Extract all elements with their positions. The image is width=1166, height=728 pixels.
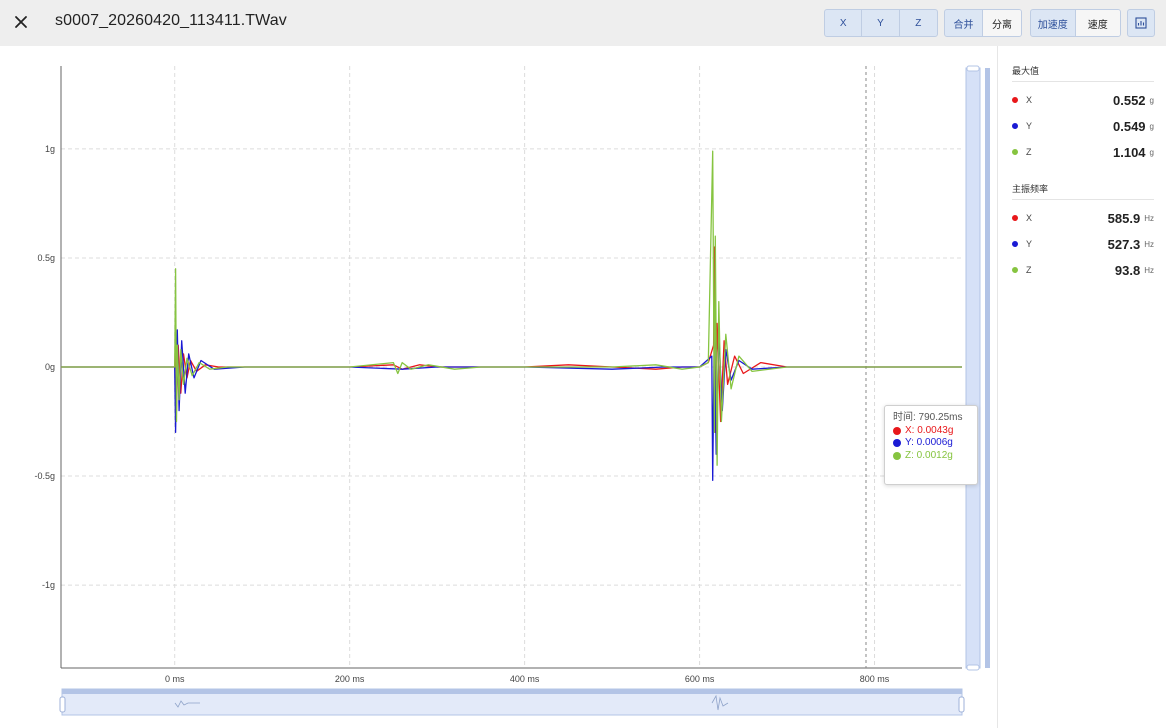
waveform-chart[interactable]: 1g 0.5g 0g -0.5g -1g 0 ms 200 ms 400 ms 600 ms 80… — [0, 46, 997, 728]
max-z-value: 1.104 — [1113, 144, 1146, 160]
max-z-label: Z — [1026, 147, 1032, 157]
axis-toggle-group: X Y Z — [824, 9, 938, 37]
separate-button[interactable]: 分离 — [983, 10, 1021, 36]
x-tick-label: 600 ms — [685, 674, 715, 684]
y-dot — [1012, 123, 1018, 129]
chart-export-icon[interactable] — [1128, 10, 1154, 36]
velocity-button[interactable]: 速度 — [1075, 10, 1120, 36]
y-tick-label: -1g — [42, 580, 55, 590]
freq-x-unit: Hz — [1144, 213, 1154, 223]
max-y-label: Y — [1026, 121, 1033, 131]
max-z-unit: g — [1149, 147, 1154, 157]
freq-y-row: Y 527.3 Hz — [1012, 236, 1154, 252]
max-z-row: Z 1.104 g — [1012, 144, 1154, 160]
max-x-unit: g — [1149, 95, 1154, 105]
x-tick-label: 0 ms — [165, 674, 185, 684]
y-tick-label: -0.5g — [34, 471, 55, 481]
sidebar-divider — [997, 46, 998, 728]
tooltip-y-row: Y: 0.0006g — [893, 437, 969, 450]
close-icon[interactable] — [10, 11, 32, 33]
series-z-line — [61, 150, 962, 466]
vertical-zoom-handle-top — [966, 65, 980, 72]
horizontal-zoom-handle-right — [958, 696, 965, 713]
max-y-row: Y 0.549 g — [1012, 118, 1154, 134]
file-title: s0007_20260420_113411.TWav — [55, 12, 287, 29]
tooltip-z-row: Z: 0.0012g — [893, 450, 969, 463]
axis-x-button[interactable]: X — [825, 10, 863, 36]
dominant-freq-divider — [1012, 199, 1154, 200]
stats-sidebar: 最大值 X 0.552 g Y 0.549 g Z 1.104 g 主振频率 X… — [1000, 46, 1166, 728]
z-dot — [1012, 267, 1018, 273]
tooltip-x-value: X: 0.0043g — [905, 424, 954, 436]
freq-y-value: 527.3 — [1107, 236, 1141, 252]
x-tick-label: 800 ms — [860, 674, 890, 684]
max-x-row: X 0.552 g — [1012, 92, 1154, 108]
dominant-freq-title: 主振频率 — [1012, 184, 1049, 194]
top-bar: s0007_20260420_113411.TWav X Y Z 合并 分离 加… — [0, 0, 1166, 46]
vertical-zoom-handle-bottom — [966, 664, 980, 671]
y-tick-label: 1g — [45, 144, 55, 154]
tooltip-x-row: X: 0.0043g — [893, 425, 969, 438]
freq-y-label: Y — [1026, 239, 1033, 249]
vertical-zoom-bar — [985, 68, 990, 668]
series-x-line — [61, 246, 962, 434]
y-tick-label: 0g — [45, 362, 55, 372]
chart-tooltip: 时间: 790.25ms X: 0.0043g Y: 0.0006g Z: 0.… — [884, 405, 978, 485]
merge-button[interactable]: 合并 — [945, 10, 984, 36]
max-x-value: 0.552 — [1113, 92, 1146, 108]
z-series-dot — [893, 451, 901, 460]
max-y-unit: g — [1149, 121, 1154, 131]
tooltip-y-value: Y: 0.0006g — [905, 437, 953, 448]
chart-svg[interactable]: 1g 0.5g 0g -0.5g -1g 0 ms 200 ms 400 ms 600 ms 80… — [0, 46, 997, 728]
freq-z-label: Z — [1026, 265, 1032, 275]
max-value-title: 最大值 — [1012, 66, 1040, 76]
max-value-divider — [1012, 81, 1154, 82]
display-mode-group: 合并 分离 — [944, 9, 1022, 37]
freq-x-value: 585.9 — [1107, 210, 1141, 226]
axis-z-button[interactable]: Z — [900, 10, 937, 36]
z-dot — [1012, 149, 1018, 155]
horizontal-zoom-bar — [62, 689, 962, 694]
y-series-dot — [893, 439, 901, 448]
max-x-label: X — [1026, 95, 1033, 105]
vertical-zoom-track — [965, 67, 981, 669]
freq-y-unit: Hz — [1144, 239, 1154, 249]
x-tick-label: 200 ms — [335, 674, 365, 684]
x-dot — [1012, 97, 1018, 103]
freq-z-row: Z 93.8 Hz — [1012, 262, 1154, 278]
tooltip-z-value: Z: 0.0012g — [905, 449, 953, 461]
unit-toggle-group: 加速度 速度 — [1030, 9, 1121, 37]
freq-x-label: X — [1026, 213, 1033, 223]
freq-x-row: X 585.9 Hz — [1012, 210, 1154, 226]
x-dot — [1012, 215, 1018, 221]
x-tick-label: 400 ms — [510, 674, 540, 684]
series-y-line — [61, 322, 962, 482]
tooltip-time: 时间: 790.25ms — [893, 412, 963, 423]
x-series-dot — [893, 426, 901, 435]
y-dot — [1012, 241, 1018, 247]
export-button[interactable] — [1127, 9, 1155, 37]
horizontal-zoom-handle-left — [59, 696, 66, 713]
axis-y-button[interactable]: Y — [862, 10, 900, 36]
max-y-value: 0.549 — [1113, 118, 1146, 134]
freq-z-unit: Hz — [1144, 265, 1154, 275]
y-tick-label: 0.5g — [37, 253, 55, 263]
acceleration-button[interactable]: 加速度 — [1031, 10, 1076, 36]
freq-z-value: 93.8 — [1114, 262, 1141, 278]
